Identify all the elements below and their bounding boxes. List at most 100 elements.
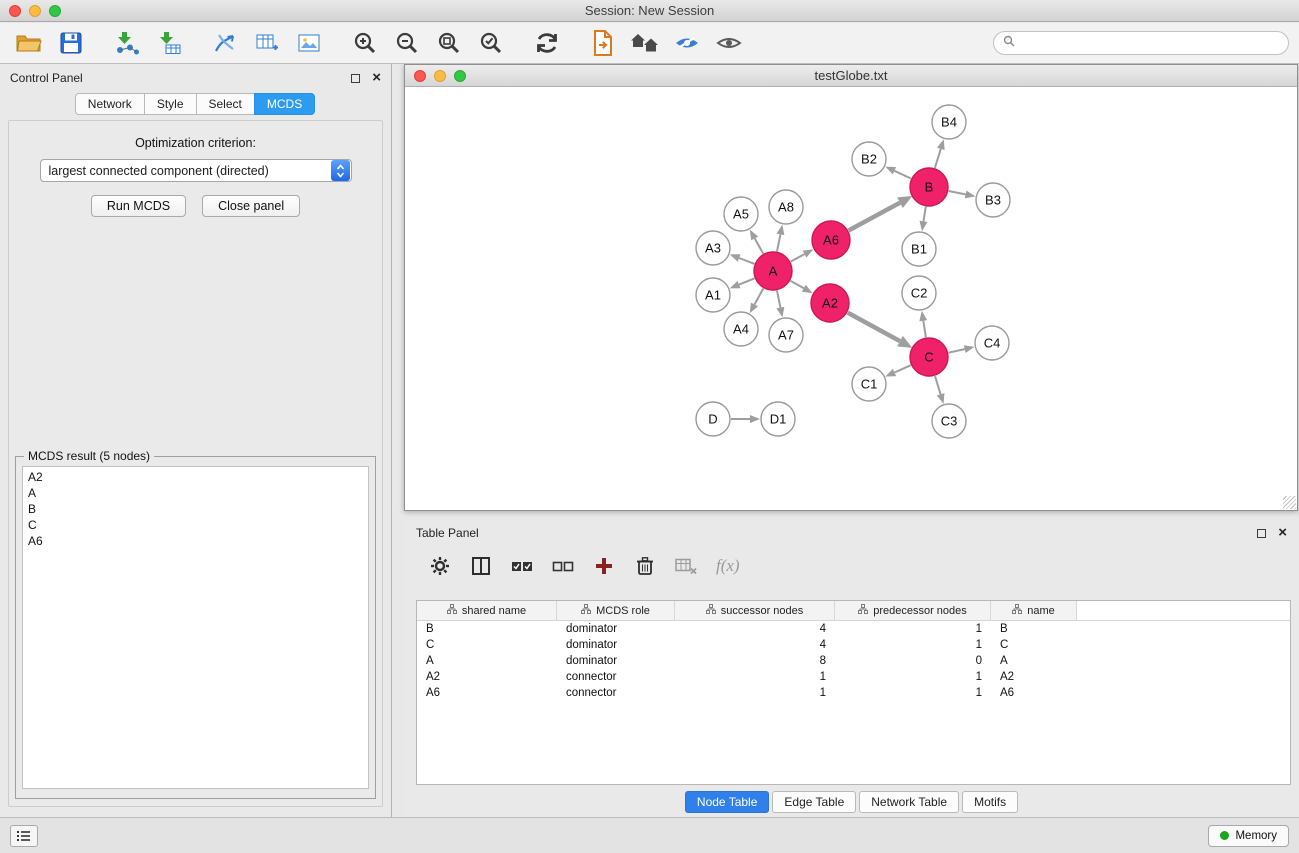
export-document-icon[interactable] xyxy=(588,29,618,57)
eye-icon[interactable] xyxy=(714,29,744,57)
float-panel-icon[interactable] xyxy=(351,74,360,83)
settings-gear-icon[interactable] xyxy=(428,554,452,578)
close-network-window-icon[interactable] xyxy=(414,70,426,82)
table-cell: A xyxy=(417,655,557,667)
graph-edge-B-B4[interactable] xyxy=(935,149,941,168)
columns-icon[interactable] xyxy=(469,554,493,578)
graph-node-label-B4: B4 xyxy=(941,115,957,130)
mcds-result-item[interactable]: A2 xyxy=(28,469,363,485)
graph-edge-B-B2[interactable] xyxy=(894,171,911,179)
table-cell: A6 xyxy=(417,687,557,699)
task-history-button[interactable] xyxy=(10,825,38,847)
table-row[interactable]: Cdominator41C xyxy=(417,637,1290,653)
memory-button[interactable]: Memory xyxy=(1208,825,1289,847)
graph-edge-A-A7[interactable] xyxy=(777,291,780,308)
column-header-MCDS-role[interactable]: MCDS role xyxy=(557,601,675,620)
close-window-icon[interactable] xyxy=(9,5,21,17)
close-panel-icon[interactable]: × xyxy=(372,73,381,83)
save-session-icon[interactable] xyxy=(56,29,86,57)
column-header-successor-nodes[interactable]: successor nodes xyxy=(675,601,835,620)
graph-node-label-A8: A8 xyxy=(778,200,794,215)
graph-edge-A-A5[interactable] xyxy=(755,238,764,253)
select-all-icon[interactable] xyxy=(510,554,534,578)
zoom-in-icon[interactable] xyxy=(350,29,380,57)
delete-column-icon[interactable] xyxy=(633,554,657,578)
minimize-network-window-icon[interactable] xyxy=(434,70,446,82)
column-header-shared-name[interactable]: shared name xyxy=(417,601,557,620)
zoom-selected-icon[interactable] xyxy=(476,29,506,57)
window-titlebar: Session: New Session xyxy=(0,0,1299,22)
column-header-name[interactable]: name xyxy=(991,601,1077,620)
style-brush-icon[interactable] xyxy=(672,29,702,57)
dropdown-value: largest connected component (directed) xyxy=(41,164,331,178)
zoom-fit-icon[interactable] xyxy=(434,29,464,57)
open-session-icon[interactable] xyxy=(14,29,44,57)
zoom-out-icon[interactable] xyxy=(392,29,422,57)
graph-edge-A-A2[interactable] xyxy=(790,281,803,289)
tab-mcds[interactable]: MCDS xyxy=(254,93,315,115)
table-cell: 8 xyxy=(675,655,835,667)
optimization-criterion-dropdown[interactable]: largest connected component (directed) xyxy=(40,159,352,182)
graph-edge-C-C1[interactable] xyxy=(895,365,911,372)
table-row[interactable]: A6connector11A6 xyxy=(417,685,1290,701)
graph-edge-A-A3[interactable] xyxy=(739,258,754,264)
column-tree-icon xyxy=(858,604,868,617)
graph-edge-A2-C[interactable] xyxy=(848,313,900,342)
mcds-result-item[interactable]: B xyxy=(28,501,363,517)
tab-style[interactable]: Style xyxy=(144,93,197,115)
tab-motifs[interactable]: Motifs xyxy=(962,791,1018,813)
table-row[interactable]: Adominator80A xyxy=(417,653,1290,669)
graph-edge-A6-B[interactable] xyxy=(849,203,900,231)
mcds-result-list[interactable]: A2ABCA6 xyxy=(22,466,369,789)
graph-node-label-A5: A5 xyxy=(733,207,749,222)
tab-select[interactable]: Select xyxy=(196,93,255,115)
tab-edge-table[interactable]: Edge Table xyxy=(772,791,856,813)
function-builder-button[interactable]: f(x) xyxy=(716,556,740,576)
column-header-predecessor-nodes[interactable]: predecessor nodes xyxy=(835,601,991,620)
run-mcds-button[interactable]: Run MCDS xyxy=(91,195,186,217)
graph-node-label-A: A xyxy=(769,264,778,279)
table-cell: A xyxy=(991,655,1077,667)
mcds-result-item[interactable]: A6 xyxy=(28,533,363,549)
network-graph-canvas[interactable]: B4B2BB3A5A8A6B1A3AC2A1A2A4A7C4CC1C3DD1 xyxy=(406,88,1296,509)
mcds-result-item[interactable]: A xyxy=(28,485,363,501)
graph-edge-A-A4[interactable] xyxy=(755,289,764,305)
graph-edge-B-B3[interactable] xyxy=(949,191,966,194)
import-table-icon[interactable] xyxy=(154,29,184,57)
table-row[interactable]: A2connector11A2 xyxy=(417,669,1290,685)
home-pages-icon[interactable] xyxy=(630,29,660,57)
add-column-icon[interactable] xyxy=(592,554,616,578)
mcds-result-item[interactable]: C xyxy=(28,517,363,533)
image-export-icon[interactable] xyxy=(294,29,324,57)
network-share-icon[interactable] xyxy=(210,29,240,57)
graph-edge-B-B1[interactable] xyxy=(924,207,926,222)
resize-grip[interactable] xyxy=(1283,496,1296,509)
zoom-network-window-icon[interactable] xyxy=(454,70,466,82)
close-table-panel-icon[interactable]: × xyxy=(1278,528,1287,538)
graph-edge-A-A8[interactable] xyxy=(777,234,780,251)
window-controls xyxy=(9,5,61,17)
table-cell: A6 xyxy=(991,687,1077,699)
table-row[interactable]: Bdominator41B xyxy=(417,621,1290,637)
import-network-icon[interactable] xyxy=(112,29,142,57)
search-input[interactable] xyxy=(1020,36,1279,50)
float-table-panel-icon[interactable] xyxy=(1257,529,1266,538)
zoom-window-icon[interactable] xyxy=(49,5,61,17)
add-table-icon[interactable] xyxy=(252,29,282,57)
graph-edge-C-C2[interactable] xyxy=(923,321,926,338)
tab-node-table[interactable]: Node Table xyxy=(685,791,770,813)
deselect-all-icon[interactable] xyxy=(551,554,575,578)
minimize-window-icon[interactable] xyxy=(29,5,41,17)
close-panel-button[interactable]: Close panel xyxy=(202,195,300,217)
tab-network[interactable]: Network xyxy=(75,93,145,115)
graph-edge-A-A6[interactable] xyxy=(791,254,805,262)
table-toolbar-icons xyxy=(428,554,698,578)
graph-edge-A-A1[interactable] xyxy=(739,278,754,284)
refresh-layout-icon[interactable] xyxy=(532,29,562,57)
graph-node-label-B2: B2 xyxy=(861,152,877,167)
tab-network-table[interactable]: Network Table xyxy=(859,791,959,813)
delete-table-icon[interactable] xyxy=(674,554,698,578)
search-box[interactable] xyxy=(993,31,1289,55)
graph-edge-C-C4[interactable] xyxy=(949,349,965,353)
graph-edge-C-C3[interactable] xyxy=(935,376,941,394)
